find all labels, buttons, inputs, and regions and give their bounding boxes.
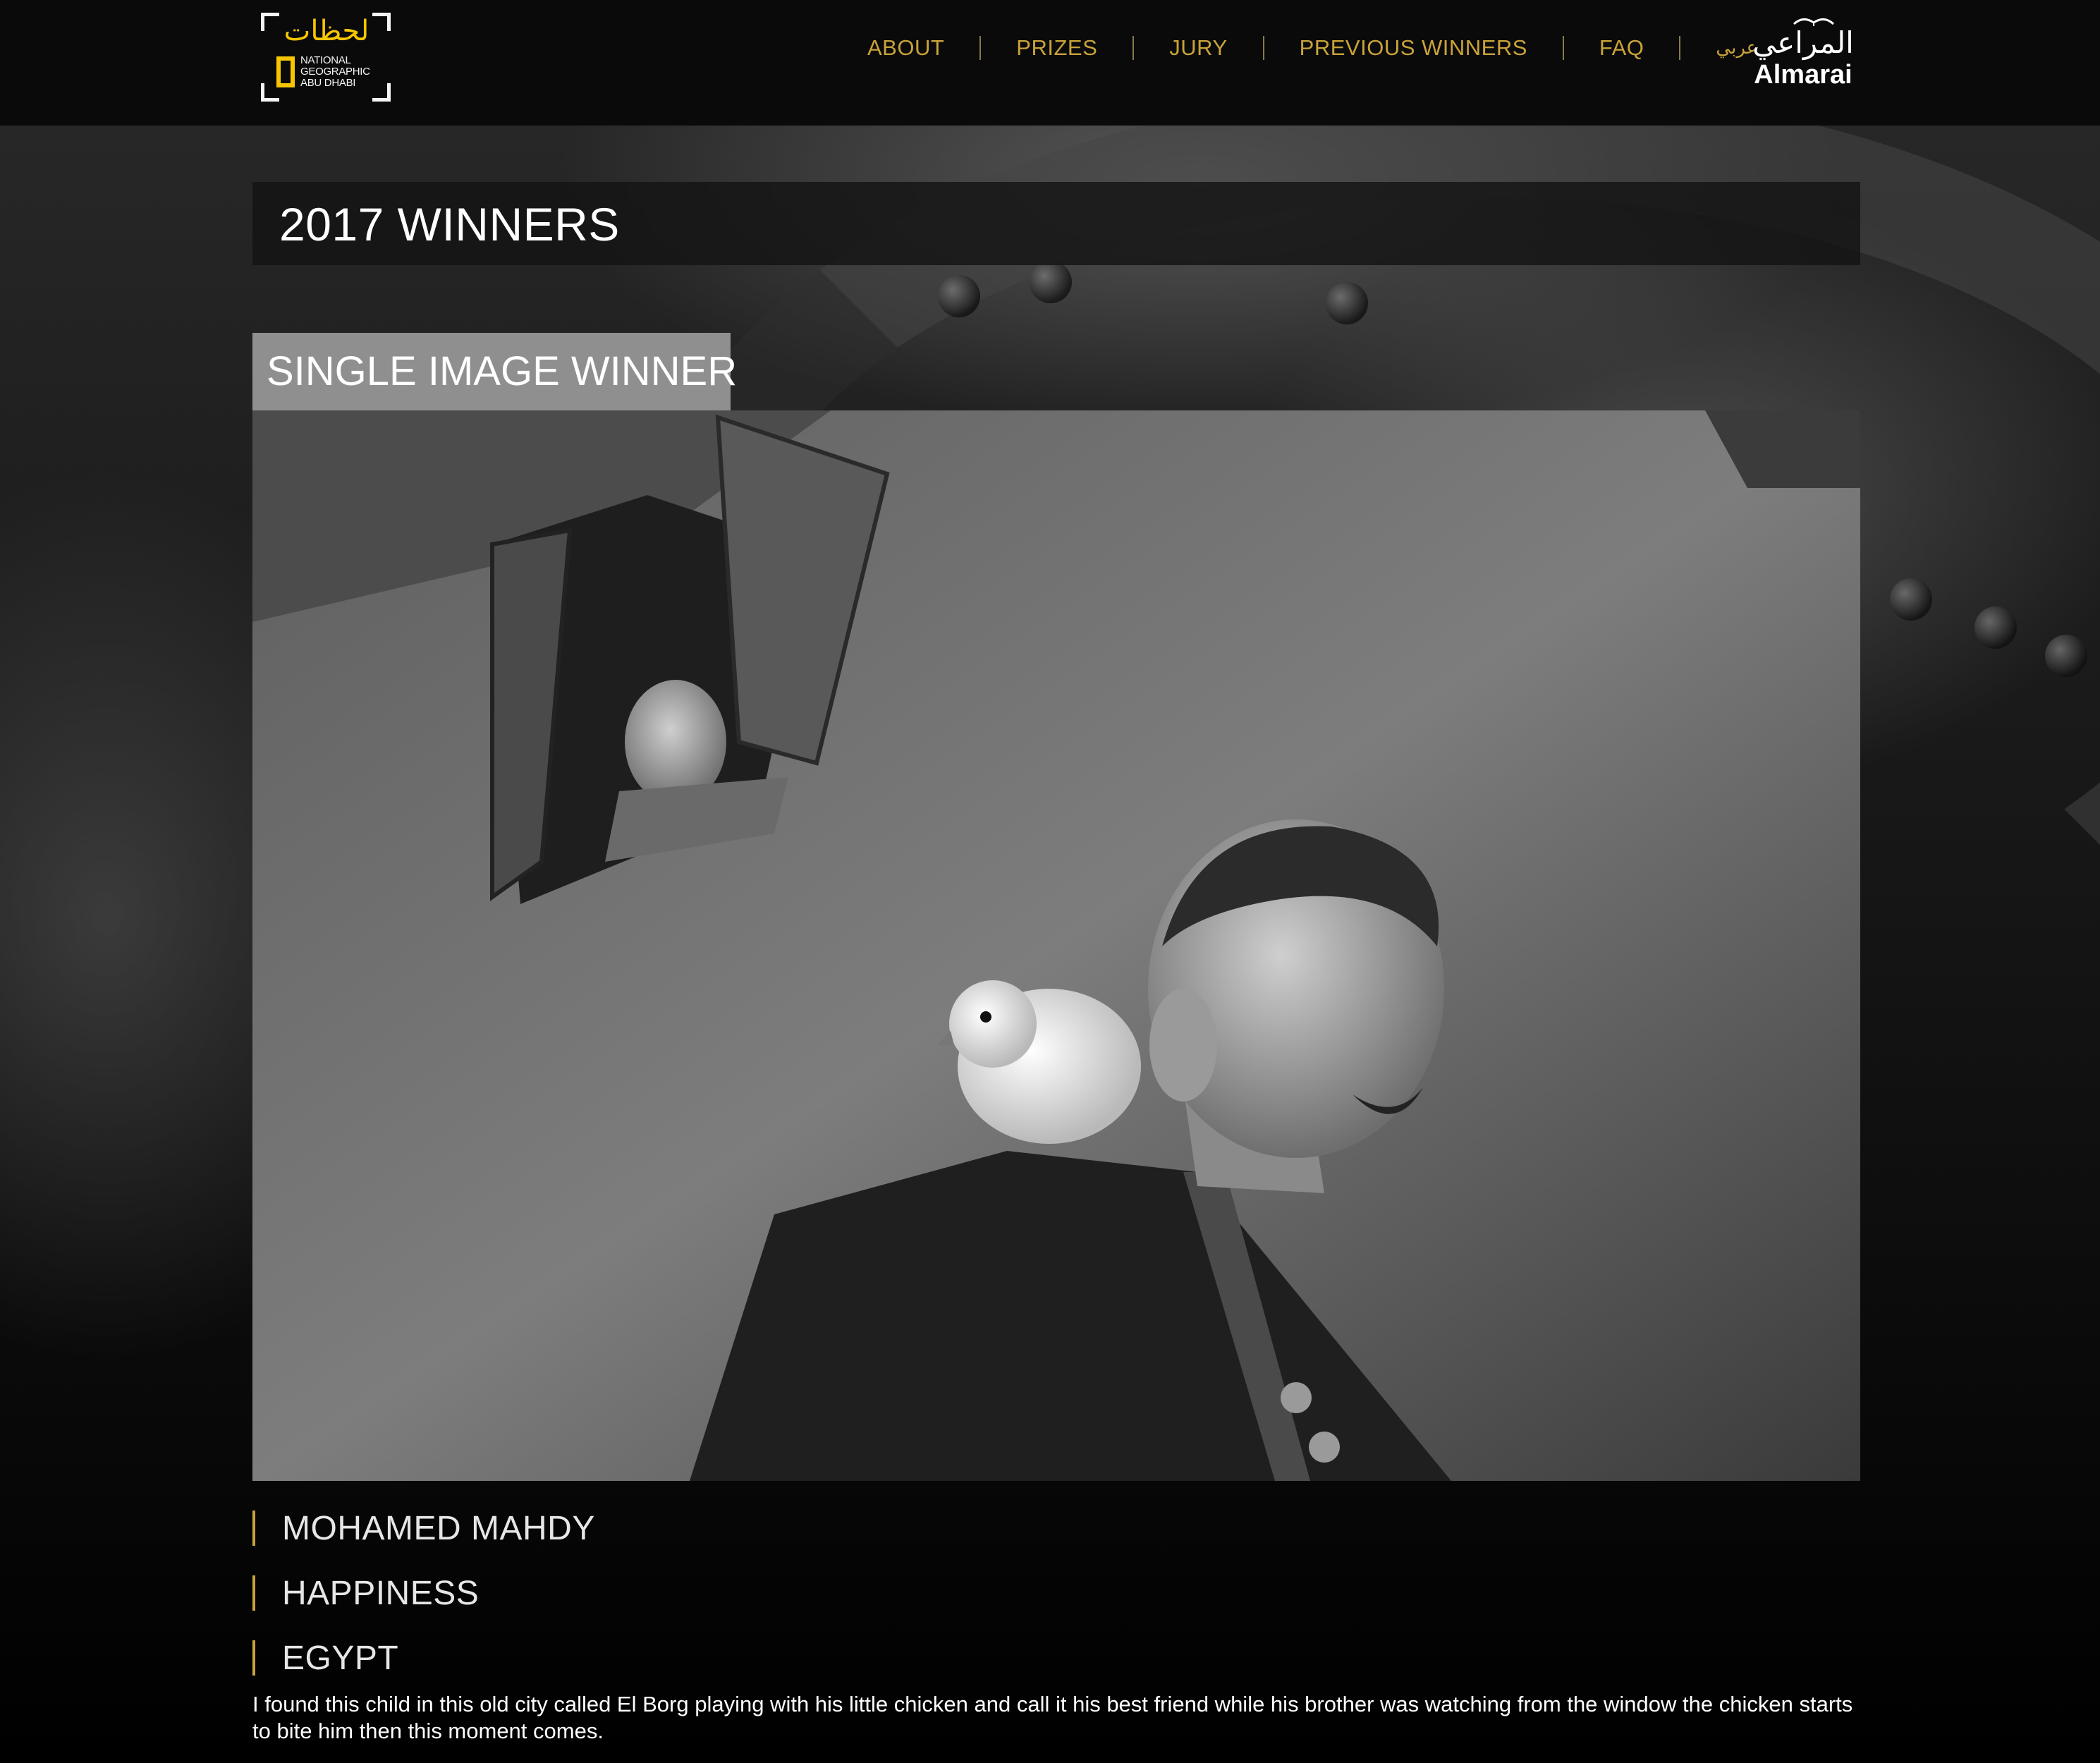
nat-geo-abu-dhabi-logo[interactable]: لحظات NATIONAL GEOGRAPHIC ABU DHABI (261, 13, 391, 102)
winner-country: EGYPT (282, 1639, 399, 1677)
nav-divider (979, 36, 982, 60)
section-label: SINGLE IMAGE WINNER (267, 348, 738, 394)
page-title-band: 2017 WINNERS (252, 182, 1860, 265)
nat-geo-yellow-border-icon (276, 56, 295, 87)
winner-country-line: EGYPT (252, 1639, 398, 1677)
main-nav: ABOUT PRIZES JURY PREVIOUS WINNERS FAQ ع… (867, 31, 1757, 65)
logo-brand-line: ABU DHABI (300, 77, 356, 89)
section-label-tab: SINGLE IMAGE WINNER (252, 333, 737, 410)
nav-divider (1679, 36, 1681, 60)
winner-photographer-line: MOHAMED MAHDY (252, 1509, 595, 1547)
logo-brand-line: GEOGRAPHIC (300, 66, 370, 78)
background-bead-decoration (2045, 635, 2087, 677)
nav-about[interactable]: ABOUT (867, 35, 944, 61)
winner-title-line: HAPPINESS (252, 1574, 479, 1612)
background-bead-decoration (1326, 282, 1368, 324)
winner-photographer-name: MOHAMED MAHDY (282, 1509, 595, 1547)
photo-illustration (252, 410, 1860, 1481)
logo-brand-text: NATIONAL GEOGRAPHIC ABU DHABI (300, 55, 385, 89)
almarai-wordmark: Almarai (1754, 60, 1852, 90)
caption-accent-bar (252, 1640, 255, 1676)
almarai-arabic-wordmark: المراعي (1752, 25, 1854, 60)
nav-divider (1133, 36, 1135, 60)
caption-accent-bar (252, 1575, 255, 1611)
nav-prizes[interactable]: PRIZES (1016, 35, 1097, 61)
nav-divider (1262, 36, 1264, 60)
winner-photo-title: HAPPINESS (282, 1574, 480, 1612)
winner-photo-description: I found this child in this old city call… (252, 1692, 1853, 1743)
page-title: 2017 WINNERS (279, 198, 620, 250)
page: لحظات NATIONAL GEOGRAPHIC ABU DHABI ABOU… (0, 0, 2100, 1763)
background-bead-decoration (1890, 578, 1932, 621)
nav-faq[interactable]: FAQ (1599, 35, 1644, 61)
site-header: لحظات NATIONAL GEOGRAPHIC ABU DHABI ABOU… (0, 0, 2100, 126)
background-bead-decoration (1030, 261, 1072, 303)
winning-photograph[interactable] (252, 410, 1860, 1481)
logo-brand-line: NATIONAL (300, 54, 351, 66)
almarai-sponsor-logo[interactable]: المراعي Almarai (1743, 11, 1863, 90)
open-book-icon (1793, 18, 1835, 26)
logo-arabic-wordmark: لحظات (283, 15, 370, 47)
background-bead-decoration (1974, 606, 2017, 649)
caption-accent-bar (252, 1511, 255, 1546)
nav-divider (1562, 36, 1564, 60)
nav-previous-winners[interactable]: PREVIOUS WINNERS (1300, 35, 1527, 61)
background-bead-decoration (938, 275, 980, 317)
nav-jury[interactable]: JURY (1169, 35, 1227, 61)
